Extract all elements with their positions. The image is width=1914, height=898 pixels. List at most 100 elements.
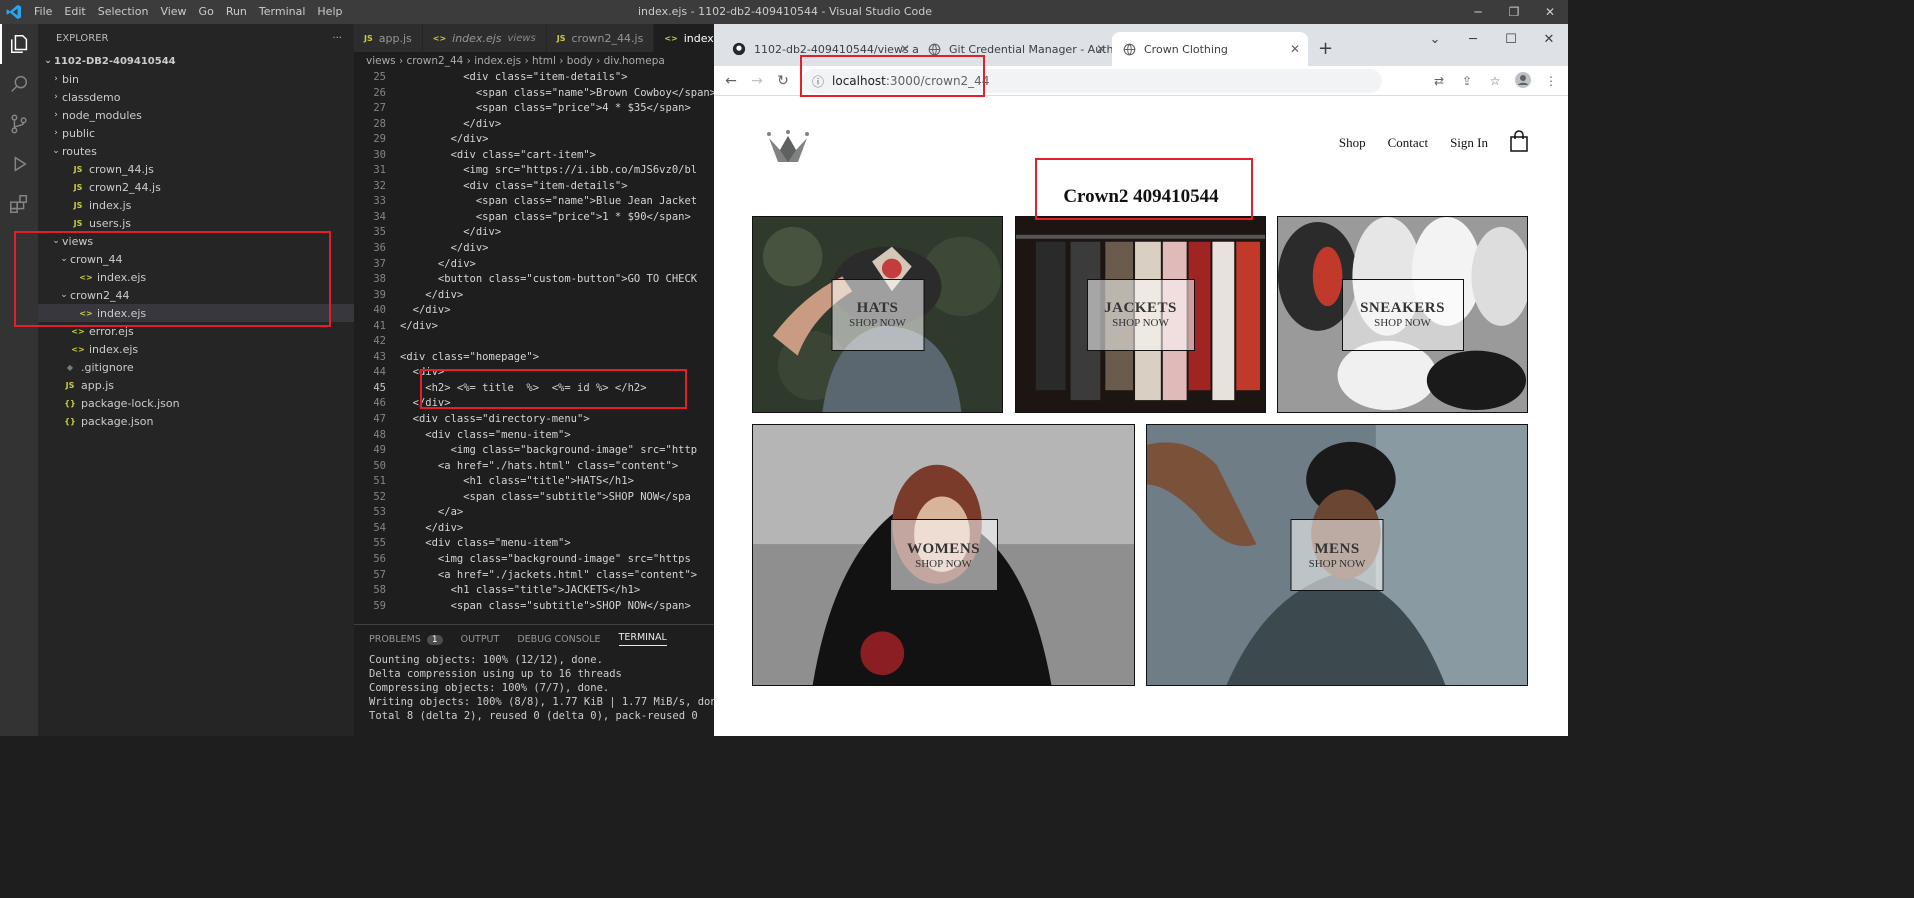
run-debug-icon[interactable]	[0, 144, 38, 184]
menu-selection[interactable]: Selection	[92, 0, 155, 24]
code-line[interactable]: 59 <span class="subtitle">SHOP NOW</span…	[354, 599, 714, 615]
code-line[interactable]: 54 </div>	[354, 521, 714, 537]
code-line[interactable]: 31 <img src="https://i.ibb.co/mJS6vz0/bl	[354, 163, 714, 179]
category-content[interactable]: MENS SHOP NOW	[1290, 519, 1384, 591]
editor-tab-index-ejs-active[interactable]: <> index.ejs	[654, 24, 714, 52]
code-line[interactable]: 41 </div>	[354, 319, 714, 335]
category-tile-womens[interactable]: WOMENS SHOP NOW	[752, 424, 1135, 686]
explorer-icon[interactable]	[0, 24, 38, 64]
back-arrow-icon[interactable]: ←	[718, 73, 744, 89]
code-line[interactable]: 43 <div class="homepage">	[354, 350, 714, 366]
code-line[interactable]: 51 <h1 class="title">HATS</h1>	[354, 474, 714, 490]
code-line[interactable]: 35 </div>	[354, 225, 714, 241]
breadcrumb[interactable]: views › crown2_44 › index.ejs › html › b…	[354, 52, 714, 70]
code-line[interactable]: 39 </div>	[354, 288, 714, 304]
category-content[interactable]: SNEAKERS SHOP NOW	[1341, 278, 1464, 351]
panel-tab-output[interactable]: OUTPUT	[461, 634, 500, 645]
nav-sign-in-link[interactable]: Sign In	[1450, 135, 1488, 151]
editor-tab-views-index-ejs[interactable]: <> index.ejs views	[422, 24, 547, 52]
code-line[interactable]: 30 <div class="cart-item">	[354, 148, 714, 164]
close-tab-icon[interactable]: ✕	[900, 42, 910, 56]
code-line[interactable]: 52 <span class="subtitle">SHOP NOW</spa	[354, 490, 714, 506]
menu-run[interactable]: Run	[220, 0, 253, 24]
category-tile-mens[interactable]: MENS SHOP NOW	[1146, 424, 1528, 686]
code-line[interactable]: 56 <img class="background-image" src="ht…	[354, 552, 714, 568]
nav-contact-link[interactable]: Contact	[1388, 135, 1428, 151]
close-icon[interactable]: ✕	[1530, 24, 1568, 56]
category-tile-hats[interactable]: HATS SHOP NOW	[752, 216, 1003, 413]
more-actions-icon[interactable]: ···	[332, 33, 342, 44]
minimize-icon[interactable]: ─	[1460, 0, 1496, 24]
menu-view[interactable]: View	[154, 0, 192, 24]
source-control-icon[interactable]	[0, 104, 38, 144]
site-info-icon[interactable]: ⓘ	[812, 73, 824, 90]
tree-file[interactable]: <> index.ejs	[38, 340, 354, 358]
editor-tab-crown2-44-js[interactable]: JS crown2_44.js	[546, 24, 655, 52]
close-tab-icon[interactable]: ✕	[1290, 42, 1300, 56]
browser-tab-git-credential[interactable]: Git Credential Manager - Authe ✕	[918, 32, 1114, 66]
category-content[interactable]: WOMENS SHOP NOW	[889, 519, 998, 591]
code-line[interactable]: 42	[354, 334, 714, 350]
code-line[interactable]: 32 <div class="item-details">	[354, 179, 714, 195]
tree-folder[interactable]: ⌄ routes	[38, 142, 354, 160]
tree-folder[interactable]: ⌄ views	[38, 232, 354, 250]
forward-arrow-icon[interactable]: →	[744, 73, 770, 89]
code-line[interactable]: 58 <h1 class="title">JACKETS</h1>	[354, 583, 714, 599]
terminal-output[interactable]: Counting objects: 100% (12/12), done. Del…	[354, 653, 729, 723]
category-tile-jackets[interactable]: JACKETS SHOP NOW	[1015, 216, 1266, 413]
panel-tab-debug-console[interactable]: DEBUG CONSOLE	[517, 634, 600, 645]
maximize-icon[interactable]: ☐	[1492, 24, 1530, 56]
translate-icon[interactable]: ⇄	[1428, 74, 1450, 88]
menu-terminal[interactable]: Terminal	[253, 0, 312, 24]
code-line[interactable]: 25 <div class="item-details">	[354, 70, 714, 86]
bookmark-star-icon[interactable]: ☆	[1484, 74, 1506, 88]
tree-file[interactable]: JS crown_44.js	[38, 160, 354, 178]
tree-folder[interactable]: › bin	[38, 70, 354, 88]
code-line[interactable]: 36 </div>	[354, 241, 714, 257]
minimize-icon[interactable]: ─	[1454, 24, 1492, 56]
tree-folder[interactable]: › node_modules	[38, 106, 354, 124]
browser-tab-github[interactable]: 1102-db2-409410544/views at ✕	[722, 32, 918, 66]
category-content[interactable]: HATS SHOP NOW	[831, 278, 924, 351]
menu-file[interactable]: File	[28, 0, 58, 24]
tab-search-icon[interactable]: ⌄	[1416, 24, 1454, 56]
tree-file[interactable]: JS index.js	[38, 196, 354, 214]
panel-tab-terminal[interactable]: TERMINAL	[618, 632, 667, 646]
tree-file[interactable]: JS crown2_44.js	[38, 178, 354, 196]
code-line[interactable]: 49 <img class="background-image" src="ht…	[354, 443, 714, 459]
editor-tab-app-js[interactable]: JS app.js	[354, 24, 423, 52]
tree-file[interactable]: JS app.js	[38, 376, 354, 394]
code-line[interactable]: 50 <a href="./hats.html" class="content"…	[354, 459, 714, 475]
restore-icon[interactable]: ❐	[1496, 0, 1532, 24]
panel-tab-problems[interactable]: PROBLEMS 1	[369, 634, 443, 645]
new-tab-icon[interactable]: +	[1318, 38, 1333, 59]
code-line[interactable]: 40 </div>	[354, 303, 714, 319]
tree-file[interactable]: <> error.ejs	[38, 322, 354, 340]
nav-shop-link[interactable]: Shop	[1339, 135, 1366, 151]
tree-folder[interactable]: › classdemo	[38, 88, 354, 106]
code-line[interactable]: 38 <button class="custom-button">GO TO C…	[354, 272, 714, 288]
address-bar[interactable]: ⓘ localhost:3000/crown2_44	[802, 69, 1382, 93]
kebab-menu-icon[interactable]: ⋮	[1540, 74, 1562, 88]
code-line[interactable]: 27 <span class="price">4 * $35</span>	[354, 101, 714, 117]
code-line[interactable]: 28 </div>	[354, 117, 714, 133]
code-line[interactable]: 48 <div class="menu-item">	[354, 428, 714, 444]
shopping-bag-icon[interactable]	[1510, 130, 1528, 156]
category-content[interactable]: JACKETS SHOP NOW	[1086, 278, 1195, 351]
code-line[interactable]: 47 <div class="directory-menu">	[354, 412, 714, 428]
code-lines[interactable]: 25 <div class="item-details"> 26 <span cl…	[354, 70, 714, 614]
tree-folder[interactable]: ⌄ crown_44	[38, 250, 354, 268]
search-icon[interactable]	[0, 64, 38, 104]
tree-file[interactable]: {} package.json	[38, 412, 354, 430]
extensions-icon[interactable]	[0, 184, 38, 224]
tree-file[interactable]: {} package-lock.json	[38, 394, 354, 412]
code-line[interactable]: 46 </div>	[354, 396, 714, 412]
code-line[interactable]: 34 <span class="price">1 * $90</span>	[354, 210, 714, 226]
code-line[interactable]: 26 <span class="name">Brown Cowboy</span…	[354, 86, 714, 102]
category-tile-sneakers[interactable]: SNEAKERS SHOP NOW	[1277, 216, 1528, 413]
reload-icon[interactable]: ↻	[770, 73, 796, 89]
code-line[interactable]: 44 <div>	[354, 365, 714, 381]
browser-tab-crown-clothing[interactable]: Crown Clothing ✕	[1112, 32, 1308, 66]
menu-help[interactable]: Help	[311, 0, 348, 24]
tree-file[interactable]: <> index.ejs	[38, 304, 354, 322]
